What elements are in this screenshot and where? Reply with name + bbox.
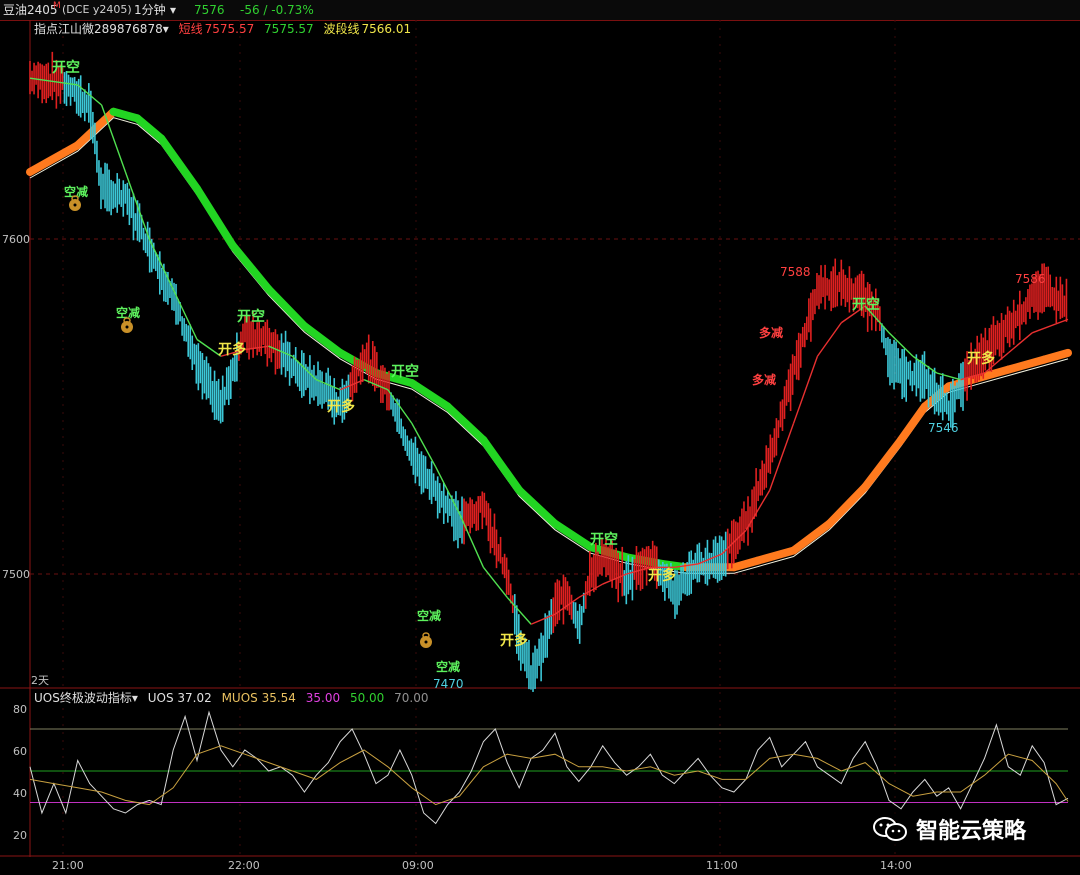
wave-line-segment [193, 184, 237, 250]
signal-reduce-long: 多减 [759, 325, 783, 340]
uos-value: UOS 37.02 [147, 691, 212, 705]
short-line-segment [578, 583, 604, 599]
wave-line-segment [300, 322, 345, 357]
level-3-value: 70.00 [394, 691, 429, 705]
signal-open-long: 开多 [327, 398, 355, 415]
trend-lines [29, 77, 1069, 625]
x-tick-label: 22:00 [228, 859, 260, 872]
wave-line-value: 7566.01 [361, 22, 412, 36]
low-price-label: 7470 [433, 677, 464, 691]
wave-line-segment [264, 285, 309, 331]
x-tick-label: 21:00 [52, 859, 84, 872]
signal-open-short: 开空 [590, 531, 618, 548]
signal-open-short: 开空 [391, 363, 419, 380]
y-tick-label: 7500 [2, 568, 30, 581]
signal-open-long: 开多 [648, 567, 676, 584]
price-bars [29, 51, 1068, 692]
short-line-value: 7575.57 [204, 22, 255, 36]
short-line-segment [816, 322, 842, 357]
wave-line-segment [228, 241, 273, 294]
indicator-name[interactable]: 指点江山微289876878 [34, 22, 163, 36]
level-1-value: 35.00 [305, 691, 341, 705]
indicator-legend: UOS终极波动指标▾ UOS 37.02 MUOS 35.54 35.00 50… [34, 689, 435, 707]
chart-canvas[interactable]: 7600 7500 2天 80 60 40 20 21:00 22:00 09:… [0, 0, 1080, 875]
wave-line-segment [133, 114, 166, 143]
high-price-label: 7588 [780, 265, 811, 279]
x-tick-label: 09:00 [402, 859, 434, 872]
y-tick-label: 60 [13, 745, 27, 758]
signal-reduce-long: 多减 [752, 372, 776, 387]
y-tick-label: 40 [13, 787, 27, 800]
muos-line [29, 745, 1069, 806]
signal-open-short: 开空 [237, 308, 265, 325]
wave-line-segment [550, 519, 595, 552]
signal-open-short: 开空 [852, 296, 880, 313]
high-price-label: 7586 [1015, 272, 1046, 286]
y-tick-label: 7600 [2, 233, 30, 246]
signal-labels: 开空 空减 空减 开空 开多 开多 开空 空减 空减 开多 开空 开多 多减 多… [52, 59, 995, 674]
lock-icon [121, 317, 133, 333]
signal-open-long: 开多 [967, 350, 995, 367]
lock-icon [420, 632, 432, 648]
signal-open-long: 开多 [500, 632, 528, 649]
watermark: 智能云策略 [866, 810, 1033, 848]
wave-line-segment [479, 436, 524, 495]
x-tick-label: 14:00 [880, 859, 912, 872]
wave-line-name: 波段线 [323, 22, 360, 36]
short-line-segment [1031, 318, 1069, 334]
wave-line-segment [443, 402, 488, 444]
signal-open-short: 开空 [52, 59, 80, 76]
wave-line-segment [1040, 348, 1072, 364]
wave-line-segment [407, 379, 452, 411]
wave-line-segment [789, 519, 834, 555]
indicator-name[interactable]: UOS终极波动指标 [34, 691, 132, 705]
watermark-text: 智能云策略 [916, 819, 1027, 844]
x-tick-label: 11:00 [706, 859, 738, 872]
wave-line-segment [157, 134, 202, 193]
wave-line-segment [861, 436, 905, 491]
wave-line-segment [896, 402, 929, 444]
signal-open-long: 开多 [218, 341, 246, 358]
wave-band-line [26, 107, 1072, 574]
wave-line-segment [1004, 355, 1049, 374]
days-label: 2天 [31, 674, 49, 687]
signal-reduce-short: 空减 [436, 659, 460, 674]
chevron-down-icon[interactable]: ▾ [132, 691, 138, 705]
wave-line-segment [26, 141, 82, 176]
short-line-segment [482, 566, 508, 598]
wave-line-segment [825, 482, 870, 528]
short-line-name: 短线 [178, 22, 203, 36]
main-legend: 指点江山微289876878▾ 短线 7575.57 7575.57 波段线 756… [34, 20, 417, 38]
wave-line-outline [29, 117, 1069, 574]
signal-reduce-short: 空减 [417, 608, 441, 623]
wave-line-segment [753, 546, 798, 565]
muos-value: MUOS 35.54 [221, 691, 296, 705]
chevron-down-icon[interactable]: ▾ [163, 22, 169, 36]
y-tick-label: 80 [13, 703, 27, 716]
wave-line-segment [515, 486, 559, 528]
indicator-pane [29, 710, 1069, 825]
line2-value: 7575.57 [264, 22, 314, 36]
level-2-value: 50.00 [349, 691, 385, 705]
wechat-icon [873, 817, 907, 841]
short-line-segment [769, 423, 795, 491]
y-tick-label: 20 [13, 829, 27, 842]
low-price-label: 7546 [928, 421, 959, 435]
